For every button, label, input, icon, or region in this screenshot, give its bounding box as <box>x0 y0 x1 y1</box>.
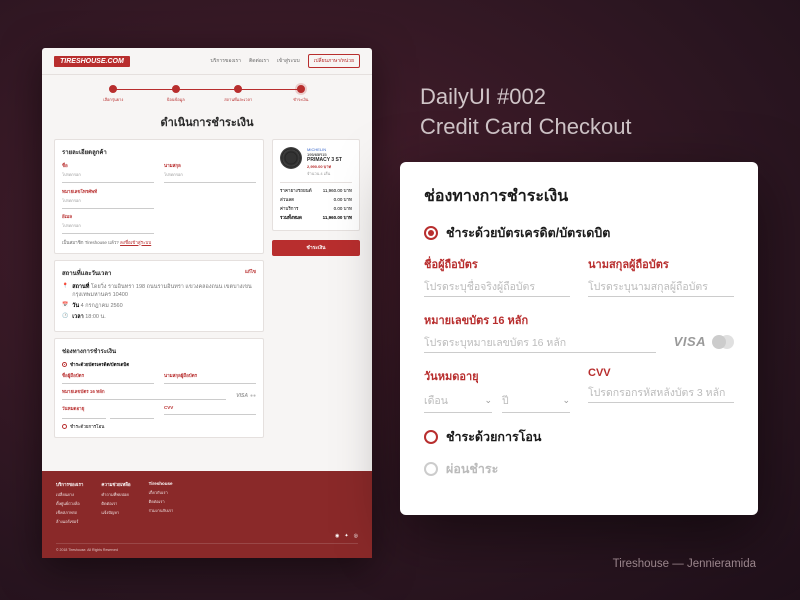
lastname-label: นามสกุลผู้ถือบัตร <box>588 255 734 273</box>
visa-icon: VISA <box>674 334 706 349</box>
card-heading: ช่องทางการชำระเงิน <box>424 184 734 209</box>
login-link[interactable]: ลงชื่อเข้าสู่ระบบ <box>120 240 151 245</box>
pay-button[interactable]: ชำระเงิน <box>272 240 360 256</box>
product-summary-card: MICHELIN 195/65R15 PRIMACY 3 ST 2,990.00… <box>272 139 360 231</box>
cvv-label: CVV <box>588 367 734 379</box>
step-label: ป้อนข้อมูล <box>167 96 185 103</box>
firstname-input[interactable] <box>424 278 570 297</box>
firstname-label: ชื่อผู้ถือบัตร <box>424 255 570 273</box>
tire-image <box>280 147 302 169</box>
pin-icon: 📍 <box>62 283 68 289</box>
nav-link[interactable]: บริการของเรา <box>211 57 241 65</box>
year-select[interactable]: ปี⌄ <box>502 389 570 413</box>
radio-icon[interactable] <box>62 362 67 367</box>
payment-method-card: ช่องทางการชำระเงิน ชำระด้วยบัตรเครดิต/บั… <box>400 162 758 515</box>
page-title: ดำเนินการชำระเงิน <box>42 109 372 139</box>
cardnumber-input[interactable] <box>424 334 656 353</box>
edit-link[interactable]: แก้ไข <box>245 268 256 275</box>
radio-icon[interactable] <box>424 430 438 444</box>
lang-button[interactable]: เปลี่ยนภาษา/หน่วย <box>308 54 360 68</box>
progress-stepper: เลือกรุ่นยาง ป้อนข้อมูล สถานที่และเวลา ช… <box>42 75 372 109</box>
chevron-down-icon: ⌄ <box>562 395 570 406</box>
location-card: สถานที่และวันเวลาแก้ไข 📍สถานที่ โดยวิ่ง … <box>54 260 264 332</box>
whatsapp-icon[interactable]: ◎ <box>354 533 358 539</box>
visa-icon: VISA <box>236 393 248 399</box>
mastercard-icon: ●● <box>250 393 256 399</box>
step-label: ชำระเงิน <box>293 96 308 103</box>
showcase-title: DailyUI #002 Credit Card Checkout <box>420 82 632 141</box>
customer-card: รายละเอียดลูกค้า ชื่อโปรดกรอก นามสกุลโปร… <box>54 139 264 254</box>
expiry-label: วันหมดอายุ <box>424 367 570 385</box>
payment-card-small: ช่องทางการชำระเงิน ชำระด้วยบัตรเครดิต/บั… <box>54 338 264 439</box>
clock-icon: 🕐 <box>62 313 68 319</box>
option-installment: ผ่อนชำระ <box>424 459 734 479</box>
cvv-input[interactable] <box>588 384 734 403</box>
checkout-page-mockup: TIRESHOUSE.COM บริการของเรา ติดต่อเรา เข… <box>42 48 372 558</box>
footer: บริการของเราเปลี่ยนยางตั้งศูนย์ถ่วงล้อเช… <box>42 471 372 558</box>
top-nav: บริการของเรา ติดต่อเรา เข้าสู่ระบบ เปลี่… <box>211 54 360 68</box>
radio-icon[interactable] <box>424 226 438 240</box>
month-select[interactable]: เดือน⌄ <box>424 389 492 413</box>
chevron-down-icon: ⌄ <box>484 395 492 406</box>
option-transfer[interactable]: ชำระด้วยการโอน <box>424 427 734 447</box>
mastercard-icon <box>712 335 734 349</box>
card-title: รายละเอียดลูกค้า <box>62 147 256 157</box>
calendar-icon: 📅 <box>62 302 68 308</box>
logo[interactable]: TIRESHOUSE.COM <box>54 56 130 67</box>
step-label: สถานที่และเวลา <box>224 96 252 103</box>
option-credit-card[interactable]: ชำระด้วยบัตรเครดิต/บัตรเดบิต <box>424 223 734 243</box>
radio-icon <box>424 462 438 476</box>
nav-link[interactable]: ติดต่อเรา <box>249 57 269 65</box>
attribution: Tireshouse — Jennieramida <box>613 558 756 570</box>
lastname-input[interactable] <box>588 278 734 297</box>
radio-icon[interactable] <box>62 424 67 429</box>
twitter-icon[interactable]: ✦ <box>344 533 348 539</box>
step-label: เลือกรุ่นยาง <box>103 96 123 103</box>
nav-link[interactable]: เข้าสู่ระบบ <box>277 57 300 65</box>
cardnumber-label: หมายเลขบัตร 16 หลัก <box>424 311 656 329</box>
facebook-icon[interactable]: ◉ <box>335 533 339 539</box>
